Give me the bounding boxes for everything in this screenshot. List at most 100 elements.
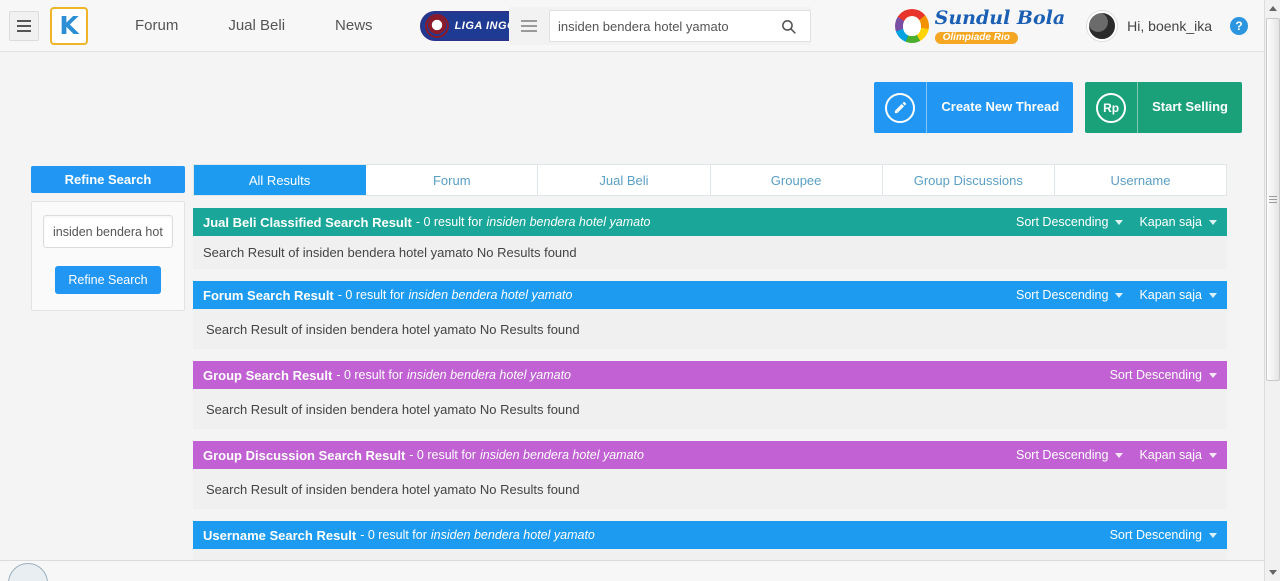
search-submit-button[interactable] bbox=[767, 10, 811, 42]
section-title: Group Discussion Search Result bbox=[203, 447, 406, 463]
section-search-term: insiden bendera hotel yamato bbox=[486, 215, 651, 229]
time-filter-label: Kapan saja bbox=[1139, 448, 1202, 462]
section-search-term: insiden bendera hotel yamato bbox=[408, 288, 573, 302]
triangle-down-glyph bbox=[1269, 570, 1277, 575]
refine-search-sidebar: Refine Search Refine Search bbox=[31, 166, 185, 311]
help-question-icon[interactable]: ? bbox=[1230, 17, 1248, 35]
main-menu-hamburger-icon[interactable] bbox=[9, 10, 39, 41]
chevron-down-icon bbox=[1209, 219, 1217, 225]
page-scrollbar[interactable] bbox=[1264, 0, 1280, 581]
sort-descending-label: Sort Descending bbox=[1016, 448, 1109, 462]
tab-all-results[interactable]: All Results bbox=[194, 165, 367, 195]
tab-username-label: Username bbox=[1110, 172, 1171, 188]
pencil-icon bbox=[885, 92, 916, 123]
tab-groupee[interactable]: Groupee bbox=[710, 165, 883, 195]
time-filter-dropdown[interactable]: Kapan saja bbox=[1139, 288, 1217, 302]
chat-widget-bubble[interactable] bbox=[8, 563, 48, 581]
action-button-group: Create New Thread Rp Start Selling bbox=[874, 82, 1242, 133]
menu-line bbox=[521, 20, 537, 22]
sort-descending-dropdown[interactable]: Sort Descending bbox=[1110, 368, 1217, 382]
sundul-bola-banner[interactable]: Sundul Bola Olimpiade Rio bbox=[894, 8, 1065, 44]
sort-descending-dropdown[interactable]: Sort Descending bbox=[1016, 448, 1124, 462]
scroll-up-arrow-icon[interactable] bbox=[1265, 0, 1280, 17]
tab-username[interactable]: Username bbox=[1054, 165, 1227, 195]
section-result-count: - 0 result for bbox=[415, 215, 483, 229]
header-right-group: Sundul Bola Olimpiade Rio Hi, boenk_ika … bbox=[894, 0, 1248, 52]
user-avatar[interactable] bbox=[1087, 11, 1118, 41]
chevron-down-icon bbox=[1209, 452, 1217, 458]
section-controls: Sort Descending Kapan saja bbox=[1016, 288, 1217, 302]
section-result-count: - 0 result for bbox=[337, 288, 405, 302]
search-icon bbox=[782, 19, 796, 34]
refine-search-button[interactable]: Refine Search bbox=[55, 266, 161, 294]
menu-line bbox=[521, 25, 537, 27]
sort-descending-label: Sort Descending bbox=[1109, 368, 1202, 382]
hamburger-line bbox=[17, 19, 31, 22]
section-group: Group Search Result - 0 result for insid… bbox=[193, 361, 1227, 429]
tab-group-discussions-label: Group Discussions bbox=[913, 172, 1023, 188]
sort-descending-dropdown[interactable]: Sort Descending bbox=[1110, 528, 1217, 542]
sort-descending-dropdown[interactable]: Sort Descending bbox=[1016, 215, 1124, 229]
section-body-message: Search Result of insiden bendera hotel y… bbox=[193, 469, 1227, 509]
grip-line bbox=[1269, 199, 1277, 200]
time-filter-label: Kapan saja bbox=[1139, 215, 1202, 229]
search-area bbox=[509, 7, 811, 45]
section-title: Group Search Result bbox=[203, 367, 333, 383]
section-result-count: - 0 result for bbox=[409, 448, 476, 462]
chevron-down-icon bbox=[1209, 292, 1217, 298]
create-new-thread-label: Create New Thread bbox=[941, 99, 1060, 115]
user-greeting[interactable]: Hi, boenk_ika bbox=[1127, 18, 1212, 34]
start-selling-label: Start Selling bbox=[1152, 99, 1228, 115]
search-category-menu-icon[interactable] bbox=[509, 7, 549, 45]
section-forum: Forum Search Result - 0 result for insid… bbox=[193, 281, 1227, 349]
chevron-down-icon bbox=[1115, 452, 1124, 458]
tab-forum[interactable]: Forum bbox=[366, 165, 539, 195]
time-filter-dropdown[interactable]: Kapan saja bbox=[1139, 448, 1217, 462]
scrollbar-thumb[interactable] bbox=[1266, 18, 1280, 381]
tab-group-discussions[interactable]: Group Discussions bbox=[882, 165, 1055, 195]
tab-jual-beli-label: Jual Beli bbox=[599, 172, 649, 188]
section-search-term: insiden bendera hotel yamato bbox=[430, 528, 595, 542]
top-header-bar: K Forum Jual Beli News LIGA INGGRIS insi… bbox=[0, 0, 1264, 52]
section-header: Group Search Result - 0 result for insid… bbox=[193, 361, 1227, 389]
kaskus-logo[interactable]: K bbox=[50, 6, 88, 45]
nav-item-jual-beli[interactable]: Jual Beli bbox=[203, 17, 310, 34]
refine-search-header[interactable]: Refine Search bbox=[31, 166, 185, 193]
create-thread-icon-area bbox=[874, 82, 928, 133]
create-new-thread-button[interactable]: Create New Thread bbox=[874, 82, 1074, 133]
refine-search-panel: Refine Search bbox=[31, 201, 185, 311]
sort-descending-label: Sort Descending bbox=[1016, 288, 1109, 302]
results-tab-bar: All Results Forum Jual Beli Groupee Grou… bbox=[193, 164, 1227, 196]
section-title: Username Search Result bbox=[203, 527, 357, 543]
time-filter-dropdown[interactable]: Kapan saja bbox=[1139, 215, 1217, 229]
start-selling-button[interactable]: Rp Start Selling bbox=[1085, 82, 1242, 133]
time-filter-label: Kapan saja bbox=[1139, 288, 1202, 302]
tab-groupee-label: Groupee bbox=[770, 172, 822, 188]
section-controls: Sort Descending Kapan saja bbox=[1016, 215, 1217, 229]
logo-label: K bbox=[59, 11, 79, 40]
section-jual-beli-classified: Jual Beli Classified Search Result - 0 r… bbox=[193, 208, 1227, 269]
chevron-down-icon bbox=[1115, 292, 1124, 298]
section-header: Forum Search Result - 0 result for insid… bbox=[193, 281, 1227, 309]
sort-descending-dropdown[interactable]: Sort Descending bbox=[1016, 288, 1124, 302]
section-controls: Sort Descending Kapan saja bbox=[1016, 448, 1217, 462]
page-root: K Forum Jual Beli News LIGA INGGRIS insi… bbox=[0, 0, 1280, 581]
section-result-count: - 0 result for bbox=[336, 368, 403, 382]
section-body-message: Search Result of insiden bendera hotel y… bbox=[193, 236, 1227, 269]
tab-jual-beli[interactable]: Jual Beli bbox=[538, 165, 711, 195]
search-input[interactable] bbox=[549, 10, 767, 42]
grip-line bbox=[1269, 196, 1277, 197]
section-group-discussion: Group Discussion Search Result - 0 resul… bbox=[193, 441, 1227, 509]
nav-item-forum[interactable]: Forum bbox=[110, 17, 203, 34]
section-title: Jual Beli Classified Search Result bbox=[203, 214, 412, 230]
nav-item-news[interactable]: News bbox=[310, 17, 398, 34]
menu-line bbox=[521, 30, 537, 32]
main-navigation: Forum Jual Beli News bbox=[110, 17, 398, 34]
chevron-down-icon bbox=[1115, 219, 1124, 225]
hamburger-line bbox=[17, 24, 31, 27]
start-selling-icon-area: Rp bbox=[1085, 82, 1139, 133]
footer-strip bbox=[0, 560, 1264, 581]
refine-search-input[interactable] bbox=[43, 215, 173, 248]
scroll-down-arrow-icon[interactable] bbox=[1265, 564, 1280, 581]
section-search-term: insiden bendera hotel yamato bbox=[407, 368, 572, 382]
